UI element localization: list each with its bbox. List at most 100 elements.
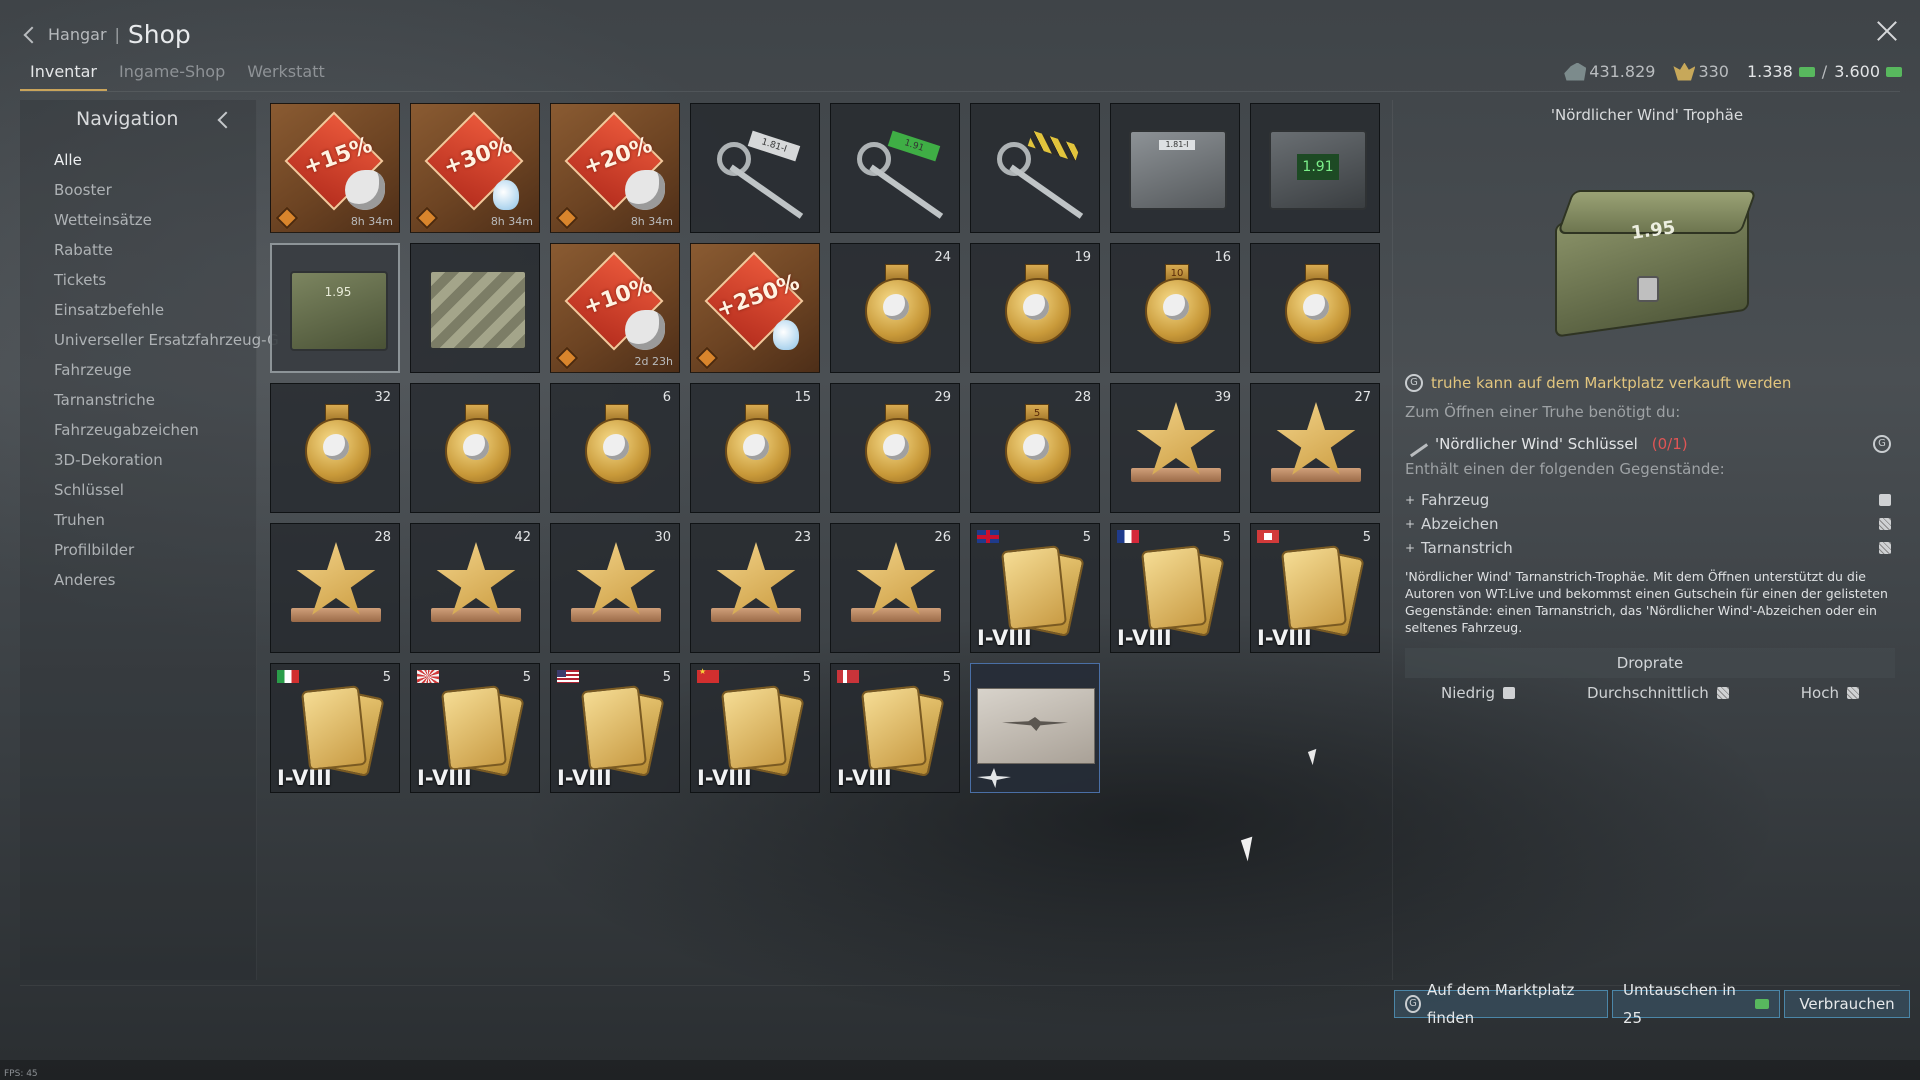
booster-item[interactable]: +20% 8h 34m — [550, 103, 680, 233]
medal-item[interactable]: 29 — [830, 383, 960, 513]
nav-item-tarnanstriche[interactable]: Tarnanstriche — [54, 390, 279, 420]
nav-item-wetteinsaetze[interactable]: Wetteinsätze — [54, 210, 279, 240]
item-count: 15 — [794, 390, 811, 405]
key-item[interactable]: 1.81-I — [690, 103, 820, 233]
crate-icon — [429, 270, 527, 350]
tab-ingame-shop[interactable]: Ingame-Shop — [109, 60, 235, 91]
nav-item-einsatzbefehle[interactable]: Einsatzbefehle — [54, 300, 279, 330]
medal-item[interactable]: 6 — [550, 383, 680, 513]
back-to-hangar[interactable]: Hangar | Shop — [23, 20, 191, 49]
nav-item-ersatzfahrzeug[interactable]: Universeller Ersatzfahrzeug-G — [54, 330, 279, 360]
collapse-navigation-icon[interactable] — [217, 111, 235, 129]
nav-item-tickets[interactable]: Tickets — [54, 270, 279, 300]
booster-item[interactable]: +10% 2d 23h — [550, 243, 680, 373]
exchange-button[interactable]: Umtauschen in 25 — [1612, 981, 1780, 1027]
rank-range: I-VIII — [417, 766, 472, 790]
star-badge-item[interactable]: 23 — [690, 523, 820, 653]
medal-item[interactable]: 10 16 — [1110, 243, 1240, 373]
bulb-icon — [773, 320, 799, 350]
nav-item-truhen[interactable]: Truhen — [54, 510, 279, 540]
key-item[interactable] — [970, 103, 1100, 233]
rank-range: I-VIII — [697, 766, 752, 790]
vehicle-card-item[interactable]: 5 I-VIII — [830, 663, 960, 793]
fps-counter: FPS: 45 — [4, 1069, 38, 1079]
crate-item[interactable] — [410, 243, 540, 373]
close-icon[interactable] — [1874, 18, 1900, 44]
eagles-value: 330 — [1698, 62, 1729, 81]
profile-picture-item[interactable] — [970, 663, 1100, 793]
aircraft-icon — [977, 768, 1011, 788]
crate-icon: 1.91 — [1269, 130, 1367, 210]
item-count: 28 — [1074, 390, 1091, 405]
uk-flag-icon — [977, 530, 999, 543]
marketplace-note-text: truhe kann auf dem Marktplatz verkauft w… — [1431, 374, 1792, 392]
rank-range: I-VIII — [1257, 626, 1312, 650]
crate-label: 1.91 — [1297, 154, 1339, 180]
star-badge-item[interactable]: 26 — [830, 523, 960, 653]
tab-divider — [20, 91, 1900, 92]
medal-item[interactable] — [410, 383, 540, 513]
dice-icon — [1503, 687, 1515, 699]
medal-item[interactable]: 24 — [830, 243, 960, 373]
consume-button[interactable]: Verbrauchen — [1784, 990, 1910, 1018]
vehicle-card-item[interactable]: 5 I-VIII — [270, 663, 400, 793]
vehicle-card-item[interactable]: 5 I-VIII — [1110, 523, 1240, 653]
booster-item[interactable]: +15% 8h 34m — [270, 103, 400, 233]
vehicle-card-item[interactable]: 5 I-VIII — [550, 663, 680, 793]
booster-item[interactable]: +250% — [690, 243, 820, 373]
medal-icon: 5 — [1001, 404, 1071, 490]
nav-item-profilbilder[interactable]: Profilbilder — [54, 540, 279, 570]
crate-item-selected[interactable]: 1.95 — [270, 243, 400, 373]
find-on-marketplace-button[interactable]: G Auf dem Marktplatz finden — [1394, 981, 1608, 1027]
nav-item-fahrzeuge[interactable]: Fahrzeuge — [54, 360, 279, 390]
nav-item-anderes[interactable]: Anderes — [54, 570, 279, 600]
vehicle-card-item[interactable]: 5 I-VIII — [1250, 523, 1380, 653]
marketplace-icon[interactable]: G — [1873, 435, 1891, 453]
navigation-list: Alle Booster Wetteinsätze Rabatte Ticket… — [54, 150, 279, 600]
key-item[interactable]: 1.91 — [830, 103, 960, 233]
booster-diamond-icon — [415, 206, 439, 230]
booster-timer: 8h 34m — [490, 215, 533, 228]
vehicle-card-item[interactable]: 5 I-VIII — [690, 663, 820, 793]
contents-list: + Fahrzeug + Abzeichen + Tarnanstrich — [1405, 488, 1891, 560]
crate-item[interactable]: 1.91 — [1250, 103, 1380, 233]
item-count: 23 — [794, 530, 811, 545]
vehicle-card-item[interactable]: 5 I-VIII — [970, 523, 1100, 653]
medal-item[interactable]: 32 — [270, 383, 400, 513]
tab-inventar[interactable]: Inventar — [20, 60, 107, 91]
crate-label: 1.95 — [324, 285, 352, 299]
ge-currency-icon — [1886, 66, 1902, 77]
nav-item-fahrzeugabzeichen[interactable]: Fahrzeugabzeichen — [54, 420, 279, 450]
medal-item[interactable]: 5 28 — [970, 383, 1100, 513]
star-badge-item[interactable]: 30 — [550, 523, 680, 653]
tab-werkstatt[interactable]: Werkstatt — [237, 60, 335, 91]
medal-item[interactable] — [1250, 243, 1380, 373]
item-count: 6 — [662, 390, 671, 405]
nav-item-booster[interactable]: Booster — [54, 180, 279, 210]
nav-item-alle[interactable]: Alle — [54, 150, 279, 180]
star-badge-item[interactable]: 28 — [270, 523, 400, 653]
vehicle-card-item[interactable]: 5 I-VIII — [410, 663, 540, 793]
rank-range: I-VIII — [277, 766, 332, 790]
star-badge-item[interactable]: 27 — [1250, 383, 1380, 513]
required-key-count: (0/1) — [1651, 435, 1688, 453]
cards-icon — [1000, 545, 1085, 638]
crate-item[interactable]: 1.81-I — [1110, 103, 1240, 233]
key-tag: 1.91 — [887, 130, 941, 162]
nav-item-schluessel[interactable]: Schlüssel — [54, 480, 279, 510]
shop-tabs: Inventar Ingame-Shop Werkstatt — [20, 60, 337, 91]
marketplace-icon: G — [1405, 374, 1423, 392]
medal-item[interactable]: 15 — [690, 383, 820, 513]
nav-item-rabatte[interactable]: Rabatte — [54, 240, 279, 270]
nav-item-3d-dekoration[interactable]: 3D-Dekoration — [54, 450, 279, 480]
nordic-flag-icon — [837, 670, 859, 683]
france-flag-icon — [1117, 530, 1139, 543]
hangar-link[interactable]: Hangar — [48, 25, 107, 44]
medal-item[interactable]: 19 — [970, 243, 1100, 373]
cursor-icon — [1307, 748, 1322, 766]
star-badge-item[interactable]: 39 — [1110, 383, 1240, 513]
star-badge-item[interactable]: 42 — [410, 523, 540, 653]
content-item-label: Abzeichen — [1421, 515, 1499, 533]
booster-item[interactable]: +30% 8h 34m — [410, 103, 540, 233]
medal-icon — [581, 404, 651, 490]
